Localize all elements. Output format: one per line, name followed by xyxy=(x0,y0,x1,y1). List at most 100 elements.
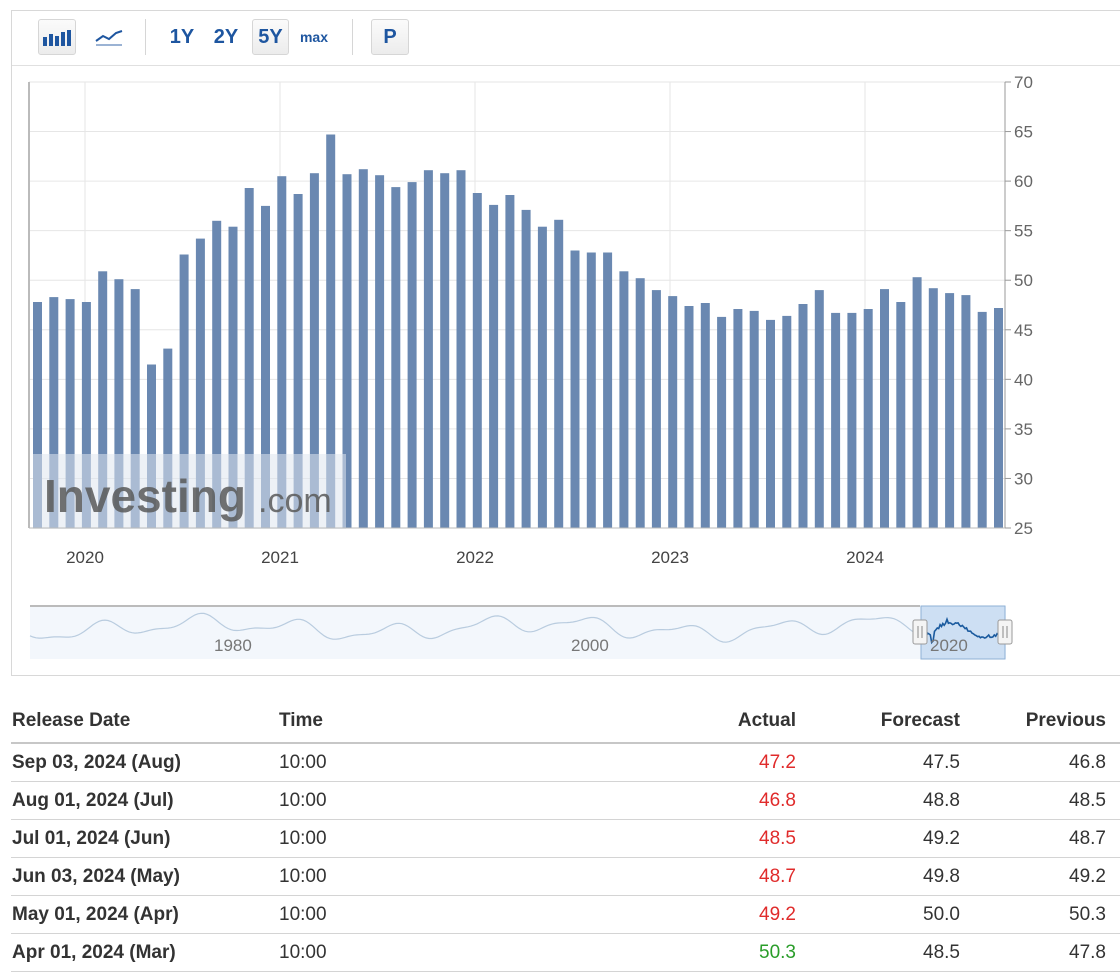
y-tick-label: 25 xyxy=(1014,519,1033,538)
x-tick-label: 2020 xyxy=(66,548,104,567)
bar xyxy=(733,309,743,528)
investing-watermark: Investing .com xyxy=(33,454,346,529)
release-date-cell: Jul 01, 2024 (Jun) xyxy=(12,827,171,849)
actual-cell: 48.5 xyxy=(759,827,796,849)
table-row: Sep 03, 2024 (Aug) 10:00 47.2 47.5 46.8 xyxy=(11,744,1120,782)
bar xyxy=(684,306,694,528)
navigator-handle-left[interactable] xyxy=(912,619,928,645)
release-date-cell: May 01, 2024 (Apr) xyxy=(12,903,179,925)
navigator-background xyxy=(30,606,1006,659)
time-cell: 10:00 xyxy=(279,865,327,887)
table-header-row: Release Date Time Actual Forecast Previo… xyxy=(11,700,1120,744)
bar xyxy=(586,252,596,528)
forecast-cell: 47.5 xyxy=(923,751,960,773)
time-cell: 10:00 xyxy=(279,751,327,773)
time-cell: 10:00 xyxy=(279,903,327,925)
previous-cell: 48.5 xyxy=(1069,789,1106,811)
x-axis-labels: 2020 2021 2022 2023 2024 xyxy=(66,548,884,567)
y-tick-label: 45 xyxy=(1014,321,1033,340)
time-cell: 10:00 xyxy=(279,827,327,849)
release-date-cell: Jun 03, 2024 (May) xyxy=(12,865,180,887)
actual-cell: 47.2 xyxy=(759,751,796,773)
forecast-cell: 48.5 xyxy=(923,941,960,963)
previous-cell: 47.8 xyxy=(1069,941,1106,963)
header-forecast: Forecast xyxy=(880,710,960,731)
x-tick-label: 2024 xyxy=(846,548,884,567)
bar xyxy=(896,302,906,528)
navigator-label: 1980 xyxy=(214,636,252,655)
watermark-suffix: .com xyxy=(258,482,332,520)
bar xyxy=(619,271,629,528)
bar xyxy=(766,319,775,528)
bar xyxy=(472,193,482,528)
actual-cell: 46.8 xyxy=(759,789,796,811)
navigator[interactable]: 1980 2000 2020 xyxy=(29,605,1013,660)
bar xyxy=(945,293,955,528)
navigator-label: 2000 xyxy=(571,636,609,655)
y-tick-label: 65 xyxy=(1014,123,1033,142)
chart-svg: Investing .com 2020 2021 2022 2023 2024 25 30… xyxy=(28,73,1033,660)
previous-cell: 50.3 xyxy=(1069,903,1106,925)
bar xyxy=(440,173,450,528)
bar xyxy=(391,187,401,528)
bar xyxy=(994,308,1003,528)
bar xyxy=(814,290,824,528)
navigator-handle-right[interactable] xyxy=(997,619,1013,645)
table-row: Aug 01, 2024 (Jul) 10:00 46.8 48.8 48.5 xyxy=(11,782,1120,820)
history-table: Release Date Time Actual Forecast Previo… xyxy=(11,700,1120,972)
bar xyxy=(880,289,889,528)
y-tick-label: 30 xyxy=(1014,469,1033,488)
y-axis-labels: 25 30 35 40 45 50 55 60 65 70 xyxy=(1014,73,1033,538)
header-previous: Previous xyxy=(1025,710,1106,731)
previous-cell: 48.7 xyxy=(1069,827,1106,849)
bar xyxy=(554,219,564,529)
watermark-brand: Investing xyxy=(44,470,246,522)
release-date-cell: Apr 01, 2024 (Mar) xyxy=(12,941,176,963)
actual-cell: 49.2 xyxy=(759,903,796,925)
bar xyxy=(700,303,710,528)
time-cell: 10:00 xyxy=(279,789,327,811)
forecast-cell: 50.0 xyxy=(923,903,960,925)
bar xyxy=(961,295,971,528)
bar xyxy=(603,252,613,528)
bar xyxy=(505,195,515,528)
table-row: Jun 03, 2024 (May) 10:00 48.7 49.8 49.2 xyxy=(11,858,1120,896)
bar xyxy=(798,304,808,528)
table-row: Apr 01, 2024 (Mar) 10:00 50.3 48.5 47.8 xyxy=(11,934,1120,972)
x-tick-label: 2022 xyxy=(456,548,494,567)
table-row: Jul 01, 2024 (Jun) 10:00 48.5 49.2 48.7 xyxy=(11,820,1120,858)
bar xyxy=(717,316,727,528)
y-tick-label: 40 xyxy=(1014,370,1033,389)
previous-cell: 46.8 xyxy=(1069,751,1106,773)
forecast-cell: 49.8 xyxy=(923,865,960,887)
y-tick-label: 55 xyxy=(1014,222,1033,241)
actual-cell: 50.3 xyxy=(759,941,796,963)
bar xyxy=(863,309,873,528)
bar xyxy=(977,311,987,528)
bar xyxy=(375,175,385,528)
bar xyxy=(489,204,499,528)
bar xyxy=(456,170,466,528)
header-release-date: Release Date xyxy=(12,710,131,731)
bar xyxy=(928,288,938,528)
header-actual: Actual xyxy=(737,710,796,731)
bar xyxy=(570,250,580,528)
previous-cell: 49.2 xyxy=(1069,865,1106,887)
bar xyxy=(521,209,531,528)
bar xyxy=(831,312,841,528)
y-tick-label: 60 xyxy=(1014,172,1033,191)
bar xyxy=(668,296,678,528)
bar xyxy=(651,290,661,528)
forecast-cell: 48.8 xyxy=(923,789,960,811)
bar xyxy=(358,169,368,528)
bar xyxy=(782,315,792,528)
bar xyxy=(423,170,433,528)
actual-cell: 48.7 xyxy=(759,865,796,887)
release-date-cell: Sep 03, 2024 (Aug) xyxy=(12,751,181,773)
bar xyxy=(635,278,645,528)
y-tick-label: 35 xyxy=(1014,420,1033,439)
bar xyxy=(749,310,759,528)
time-cell: 10:00 xyxy=(279,941,327,963)
forecast-cell: 49.2 xyxy=(923,827,960,849)
y-tick-label: 70 xyxy=(1014,73,1033,92)
